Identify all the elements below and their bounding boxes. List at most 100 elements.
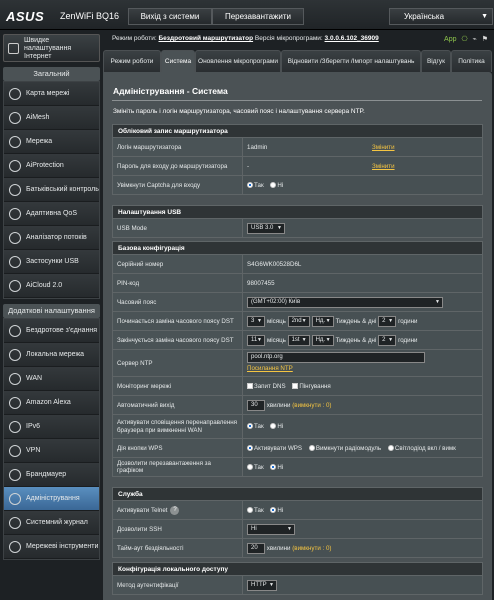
option-label: Вимкнути радіомодуль xyxy=(315,444,382,452)
option-label: Активувати WPS xyxy=(254,444,303,452)
wps-led-option[interactable]: Світлодіод вкл / вимк xyxy=(387,445,456,452)
dst-end-hour-select[interactable]: 2 ▼ xyxy=(378,334,397,346)
sidebar-item-alexa[interactable]: Amazon Alexa xyxy=(4,391,99,415)
help-icon[interactable]: ? xyxy=(170,505,180,515)
account-table: Обліковий запис маршрутизатора Логін мар… xyxy=(112,124,483,195)
dst-start-week-select[interactable]: 2nd ▼ xyxy=(287,315,310,327)
language-select[interactable]: Українська ▼ xyxy=(389,8,493,25)
select-value: 1st xyxy=(291,336,300,343)
tab-restore-save[interactable]: Відновити /Зберегти /Імпорт налаштувань xyxy=(281,50,421,72)
captcha-yes-option[interactable]: Так xyxy=(247,182,264,189)
sidebar-item-network-map[interactable]: Карта мережі xyxy=(4,82,99,106)
sched-no-option[interactable]: Ні xyxy=(270,464,283,471)
monitor-ping-option[interactable]: Пінгування xyxy=(292,383,331,390)
ipv6-icon xyxy=(9,421,21,433)
sched-yes-option[interactable]: Так xyxy=(247,464,264,471)
sidebar-item-lan[interactable]: Локальна мережа xyxy=(4,343,99,367)
dst-end-week-select[interactable]: 1st ▼ xyxy=(287,334,310,346)
general-group: Карта мережі AiMesh Мережа AiProtection … xyxy=(3,81,100,299)
dst-start-month-select[interactable]: 3 ▼ xyxy=(247,315,265,327)
sidebar-item-ipv6[interactable]: IPv6 xyxy=(4,415,99,439)
auto-logout-input[interactable]: 30 xyxy=(247,399,265,411)
sidebar-item-label: Застосунки USB xyxy=(26,257,79,265)
sidebar-item-administration[interactable]: Адміністрування xyxy=(4,487,99,511)
sidebar-item-label: WAN xyxy=(26,374,43,382)
quick-setup-button[interactable]: Швидке налаштування Інтернет xyxy=(3,34,100,62)
sidebar-item-network[interactable]: Мережа xyxy=(4,130,99,154)
usb-icon[interactable]: ⌁ xyxy=(473,36,477,43)
sidebar-item-wan[interactable]: WAN xyxy=(4,367,99,391)
sidebar-item-firewall[interactable]: Брандмауер xyxy=(4,463,99,487)
tab-firmware-upgrade[interactable]: Оновлення мікропрограми xyxy=(195,50,281,72)
select-value: 2 xyxy=(382,317,386,324)
auth-method-select[interactable]: HTTP ▼ xyxy=(247,579,277,591)
network-icon[interactable]: ⎔ xyxy=(461,36,467,43)
sidebar-item-traffic-analyzer[interactable]: Аналізатор потоків xyxy=(4,226,99,250)
timezone-select[interactable]: (GMT+02:00) Київ ▼ xyxy=(247,296,443,308)
redirect-label: Активувати сповіщення перенаправлення бр… xyxy=(112,414,243,439)
section-header: Базова конфігурація xyxy=(112,241,483,255)
tab-operation-mode[interactable]: Режим роботи xyxy=(103,50,161,72)
sidebar-item-qos[interactable]: Адаптивна QoS xyxy=(4,202,99,226)
dst-end-month-select[interactable]: 11 ▼ xyxy=(247,334,265,346)
divider xyxy=(112,100,482,101)
firmware-prefix: Версія мікропрограми: xyxy=(254,35,323,42)
tab-feedback[interactable]: Відгук xyxy=(421,50,451,72)
sidebar-item-usb-apps[interactable]: Застосунки USB xyxy=(4,250,99,274)
firewall-icon xyxy=(9,469,21,481)
sidebar: Швидке налаштування Інтернет Загальний К… xyxy=(3,34,100,560)
local-access-table: Конфігурація локального доступу Метод ау… xyxy=(112,562,483,595)
tab-policy[interactable]: Політика xyxy=(451,50,492,72)
chevron-down-icon: ▼ xyxy=(388,317,394,324)
telnet-yes-option[interactable]: Так xyxy=(247,507,264,514)
advanced-header: Додаткові налаштування xyxy=(3,304,100,318)
idle-timeout-input[interactable]: 20 xyxy=(247,542,265,554)
telnet-no-option[interactable]: Ні xyxy=(270,507,283,514)
dst-end-day-select[interactable]: Нд. ▼ xyxy=(311,334,334,346)
sidebar-item-label: Бездротове з'єднання xyxy=(26,326,98,334)
sidebar-item-vpn[interactable]: VPN xyxy=(4,439,99,463)
tab-system[interactable]: Система xyxy=(161,50,195,72)
unit-label: місяць xyxy=(267,317,286,325)
ssh-select[interactable]: Ні ▼ xyxy=(247,523,295,535)
sidebar-item-wireless[interactable]: Бездротове з'єднання xyxy=(4,319,99,343)
ntp-server-input[interactable]: pool.ntp.org xyxy=(247,352,425,364)
firmware-version-link[interactable]: 3.0.0.6.102_36909 xyxy=(325,35,379,42)
usb-mode-select[interactable]: USB 3.0 ▼ xyxy=(247,222,285,234)
chevron-down-icon: ▼ xyxy=(301,336,307,343)
sidebar-item-aiprotection[interactable]: AiProtection xyxy=(4,154,99,178)
alexa-icon xyxy=(9,397,21,409)
general-header: Загальний xyxy=(3,67,100,81)
change-login-link[interactable]: Змінити xyxy=(372,144,395,151)
notification-icon[interactable]: ⚑ xyxy=(482,36,488,43)
app-label[interactable]: App xyxy=(444,36,456,43)
wps-label: Дія кнопки WPS xyxy=(112,438,243,458)
ntp-link[interactable]: Посилання NTP xyxy=(247,365,293,372)
change-password-link[interactable]: Змінити xyxy=(372,163,395,170)
unit-label: Тиждень & дні xyxy=(335,336,377,344)
sidebar-item-aicloud[interactable]: AiCloud 2.0 xyxy=(4,274,99,298)
operation-mode-link[interactable]: Бездротовий маршрутизатор xyxy=(159,35,254,42)
unit-label: місяць xyxy=(267,336,286,344)
redirect-yes-option[interactable]: Так xyxy=(247,423,264,430)
sidebar-item-aimesh[interactable]: AiMesh xyxy=(4,106,99,130)
captcha-no-option[interactable]: Ні xyxy=(270,182,283,189)
redirect-no-option[interactable]: Ні xyxy=(270,423,283,430)
wps-activate-option[interactable]: Активувати WPS xyxy=(247,445,302,452)
password-value: - xyxy=(247,162,250,170)
monitor-dns-option[interactable]: Запит DNS xyxy=(247,383,286,390)
logout-button[interactable]: Вихід з системи xyxy=(128,8,212,25)
wps-radio-off-option[interactable]: Вимкнути радіомодуль xyxy=(308,444,382,452)
reboot-button[interactable]: Перезавантажити xyxy=(212,8,304,25)
chevron-down-icon: ▼ xyxy=(481,13,488,20)
sidebar-item-parental[interactable]: Батьківський контроль xyxy=(4,178,99,202)
globe-icon xyxy=(9,88,21,100)
radio-icon xyxy=(308,444,315,451)
sidebar-item-system-log[interactable]: Системний журнал xyxy=(4,511,99,535)
mesh-icon xyxy=(9,112,21,124)
dst-start-hour-select[interactable]: 2 ▼ xyxy=(378,315,397,327)
radio-icon xyxy=(247,463,253,470)
chevron-down-icon: ▼ xyxy=(257,336,262,343)
sidebar-item-network-tools[interactable]: Мережеві інструменти xyxy=(4,535,99,559)
dst-start-day-select[interactable]: Нд. ▼ xyxy=(311,315,334,327)
